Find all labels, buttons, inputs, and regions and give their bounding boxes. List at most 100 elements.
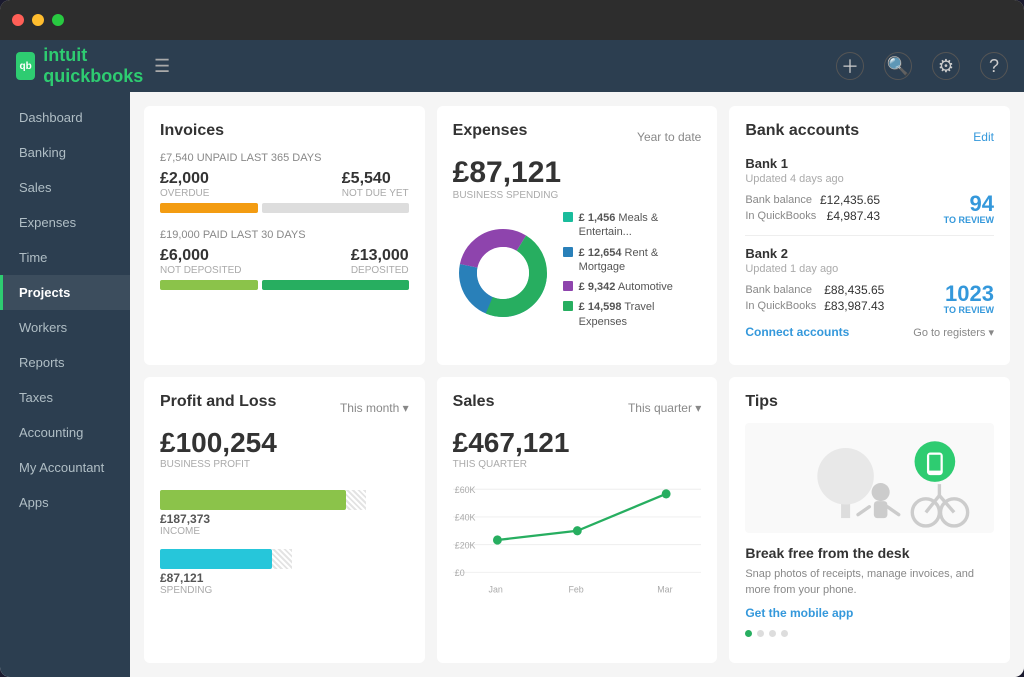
sales-header: Sales This quarter ▾ [453,393,702,423]
sidebar-item-projects[interactable]: Projects [0,275,130,310]
overdue-bar [160,203,409,213]
dot-3[interactable] [769,630,776,637]
income-bar-row: £187,373 INCOME [160,490,409,537]
maximize-button[interactable] [52,14,64,26]
settings-icon[interactable]: ⚙ [932,52,960,80]
bank1-review: 94 TO REVIEW [944,193,994,225]
spending-label: SPENDING [160,585,409,596]
dot-1[interactable] [745,630,752,637]
sales-sub-label: THIS QUARTER [453,459,702,470]
expenses-header: Expenses Year to date [453,122,702,152]
invoices-card: Invoices £7,540 UNPAID LAST 365 DAYS £2,… [144,106,425,365]
logo-text: intuit quickbooks [43,45,146,87]
close-button[interactable] [12,14,24,26]
sidebar-item-apps[interactable]: Apps [0,485,130,520]
expenses-period-dropdown[interactable]: Year to date [637,130,701,144]
bank1-updated: Updated 4 days ago [745,173,994,185]
income-label: INCOME [160,526,409,537]
spending-bar-row: £87,121 SPENDING [160,549,409,596]
sales-amount: £467,121 [453,427,702,459]
go-to-registers-link[interactable]: Go to registers ▾ [913,326,994,339]
svg-text:£20K: £20K [454,540,475,550]
invoices-paid-label: £19,000 PAID LAST 30 DAYS [160,229,409,241]
not-deposited-section: £6,000 NOT DEPOSITED [160,247,242,276]
dot-2[interactable] [757,630,764,637]
sidebar-item-accounting[interactable]: Accounting [0,415,130,450]
sidebar-item-time[interactable]: Time [0,240,130,275]
paid-section: £19,000 PAID LAST 30 DAYS £6,000 NOT DEP… [160,229,409,290]
legend-dot-0 [563,212,573,222]
bank2-qb-row: In QuickBooks £83,987.43 [745,299,884,313]
expenses-amount: £87,121 [453,156,702,190]
titlebar [0,0,1024,40]
content-area: Invoices £7,540 UNPAID LAST 365 DAYS £2,… [130,92,1024,677]
sidebar-item-expenses[interactable]: Expenses [0,205,130,240]
expenses-title: Expenses [453,122,528,140]
help-icon[interactable]: ? [980,52,1008,80]
dot-4[interactable] [781,630,788,637]
overdue-section: £2,000 OVERDUE [160,170,209,199]
legend-item-2: £ 9,342 Automotive [563,280,702,294]
bank-edit-link[interactable]: Edit [973,130,994,144]
sidebar-item-dashboard[interactable]: Dashboard [0,100,130,135]
sales-title: Sales [453,393,495,411]
header-actions: ＋ 🔍 ⚙ ? [836,52,1008,80]
not-due-section: £5,540 NOT DUE YET [342,170,409,199]
bank2-details: Bank balance £88,435.65 In QuickBooks £8… [745,283,994,315]
tips-illustration [745,423,994,533]
logo-icon: qb [16,52,35,80]
tips-pagination [745,630,994,637]
sidebar-item-my-accountant[interactable]: My Accountant [0,450,130,485]
sales-card: Sales This quarter ▾ £467,121 THIS QUART… [437,377,718,663]
legend-text-3: £ 14,598 Travel Expenses [579,300,702,329]
overdue-label: OVERDUE [160,188,209,199]
expenses-sub-label: BUSINESS SPENDING [453,190,702,201]
deposited-bar [160,280,409,290]
expenses-legend: £ 1,456 Meals & Entertain... £ 12,654 Re… [563,211,702,335]
deposited-amount: £13,000 [351,247,409,265]
tips-card-desc: Snap photos of receipts, manage invoices… [745,567,994,598]
bank-title: Bank accounts [745,122,859,140]
spending-bar-container [160,549,409,569]
pl-period-dropdown[interactable]: This month ▾ [340,401,409,415]
not-deposited-bar-fill [160,280,258,290]
not-due-bar-fill [262,203,409,213]
sidebar-item-sales[interactable]: Sales [0,170,130,205]
bank-header: Bank accounts Edit [745,122,994,152]
not-due-label: NOT DUE YET [342,188,409,199]
connect-accounts-link[interactable]: Connect accounts [745,325,849,339]
bank-accounts-card: Bank accounts Edit Bank 1 Updated 4 days… [729,106,1010,365]
sidebar-item-taxes[interactable]: Taxes [0,380,130,415]
bank1-values: Bank balance £12,435.65 In QuickBooks £4… [745,193,880,225]
search-icon[interactable]: 🔍 [884,52,912,80]
bank2-review-count: 1023 [944,283,994,305]
overdue-bar-fill [160,203,258,213]
sidebar-item-workers[interactable]: Workers [0,310,130,345]
bank2-review-label: TO REVIEW [944,305,994,315]
bank1-qb-row: In QuickBooks £4,987.43 [745,209,880,223]
income-amount: £187,373 [160,512,409,526]
mobile-app-link[interactable]: Get the mobile app [745,606,994,620]
sidebar: Dashboard Banking Sales Expenses Time Pr… [0,92,130,677]
sales-period-dropdown[interactable]: This quarter ▾ [628,401,701,415]
pl-amount: £100,254 [160,427,409,459]
sidebar-item-reports[interactable]: Reports [0,345,130,380]
profit-loss-card: Profit and Loss This month ▾ £100,254 BU… [144,377,425,663]
legend-item-3: £ 14,598 Travel Expenses [563,300,702,329]
sidebar-item-banking[interactable]: Banking [0,135,130,170]
legend-item-1: £ 12,654 Rent & Mortgage [563,246,702,275]
app: qb intuit quickbooks ☰ ＋ 🔍 ⚙ ? Dashboard… [0,40,1024,677]
svg-text:£40K: £40K [454,513,475,523]
add-icon[interactable]: ＋ [836,52,864,80]
bank1-review-label: TO REVIEW [944,215,994,225]
hamburger-menu[interactable]: ☰ [154,56,170,77]
tips-svg [745,423,994,533]
legend-item-0: £ 1,456 Meals & Entertain... [563,211,702,240]
titlebar-buttons [12,14,64,26]
overdue-amount: £2,000 [160,170,209,188]
legend-text-1: £ 12,654 Rent & Mortgage [579,246,702,275]
pl-bars: £187,373 INCOME £87,121 SPENDING [160,490,409,596]
minimize-button[interactable] [32,14,44,26]
pl-header: Profit and Loss This month ▾ [160,393,409,423]
pl-sub-label: BUSINESS PROFIT [160,459,409,470]
